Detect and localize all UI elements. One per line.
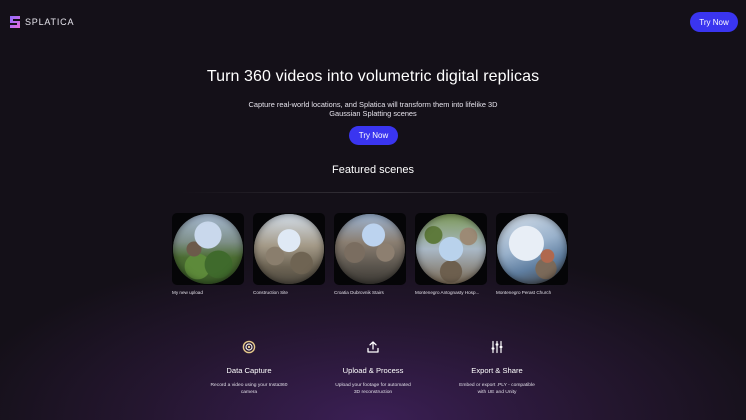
scene-thumbnail[interactable]	[415, 213, 487, 285]
scene-label: Construction Site	[253, 290, 288, 295]
featured-scenes-list: My new upload Construction Site Croatia …	[172, 213, 568, 295]
hero-section: Turn 360 videos into volumetric digital …	[0, 68, 746, 119]
feature-title: Data Capture	[226, 366, 272, 375]
scene-thumbnail[interactable]	[253, 213, 325, 285]
scene-preview-image	[497, 214, 567, 284]
scene-label: Croatia Dubrovnik Stairs	[334, 290, 384, 295]
scene-preview-image	[254, 214, 324, 284]
feature-description: Embed or export .PLY - compatible with U…	[459, 383, 535, 395]
scene-label: My new upload	[172, 290, 203, 295]
scene-card[interactable]: Construction Site	[253, 213, 325, 295]
scene-preview-image	[173, 214, 243, 284]
scene-label: Montenegro Antognasty Hosp...	[415, 290, 480, 295]
feature-description: Record a video using your Insta360 camer…	[210, 383, 288, 395]
logo[interactable]: SPLATICA	[9, 15, 74, 29]
scene-card[interactable]: Montenegro Perast Church	[496, 213, 568, 295]
scene-card[interactable]: Montenegro Antognasty Hosp...	[415, 213, 487, 295]
target-icon	[242, 340, 256, 354]
logo-text: SPLATICA	[25, 17, 75, 27]
upload-icon	[367, 341, 379, 353]
hero-title: Turn 360 videos into volumetric digital …	[206, 68, 540, 85]
hero-subtitle: Capture real-world locations, and Splati…	[248, 100, 498, 119]
try-now-button-header[interactable]: Try Now	[690, 12, 738, 32]
feature-upload-process: Upload & Process Upload your footage for…	[313, 340, 433, 396]
scene-preview-image	[416, 214, 486, 284]
splatica-logo-icon	[10, 16, 20, 28]
feature-export-share: Export & Share Embed or export .PLY - co…	[437, 340, 557, 396]
feature-description: Upload your footage for automated 3D rec…	[335, 383, 411, 395]
feature-title: Upload & Process	[342, 366, 404, 375]
top-nav: SPLATICA Try Now	[0, 0, 746, 44]
scene-card[interactable]: Croatia Dubrovnik Stairs	[334, 213, 406, 295]
scene-label: Montenegro Perast Church	[496, 290, 552, 295]
scene-thumbnail[interactable]	[334, 213, 406, 285]
sliders-icon	[491, 340, 503, 354]
feature-title: Export & Share	[471, 366, 523, 375]
feature-data-capture: Data Capture Record a video using your I…	[189, 340, 309, 396]
scene-card[interactable]: My new upload	[172, 213, 244, 295]
scene-thumbnail[interactable]	[172, 213, 244, 285]
section-divider	[180, 192, 566, 193]
scene-preview-image	[335, 214, 405, 284]
scene-thumbnail[interactable]	[496, 213, 568, 285]
try-now-button-hero[interactable]: Try Now	[349, 126, 398, 145]
featured-scenes-title: Featured scenes	[332, 164, 414, 176]
